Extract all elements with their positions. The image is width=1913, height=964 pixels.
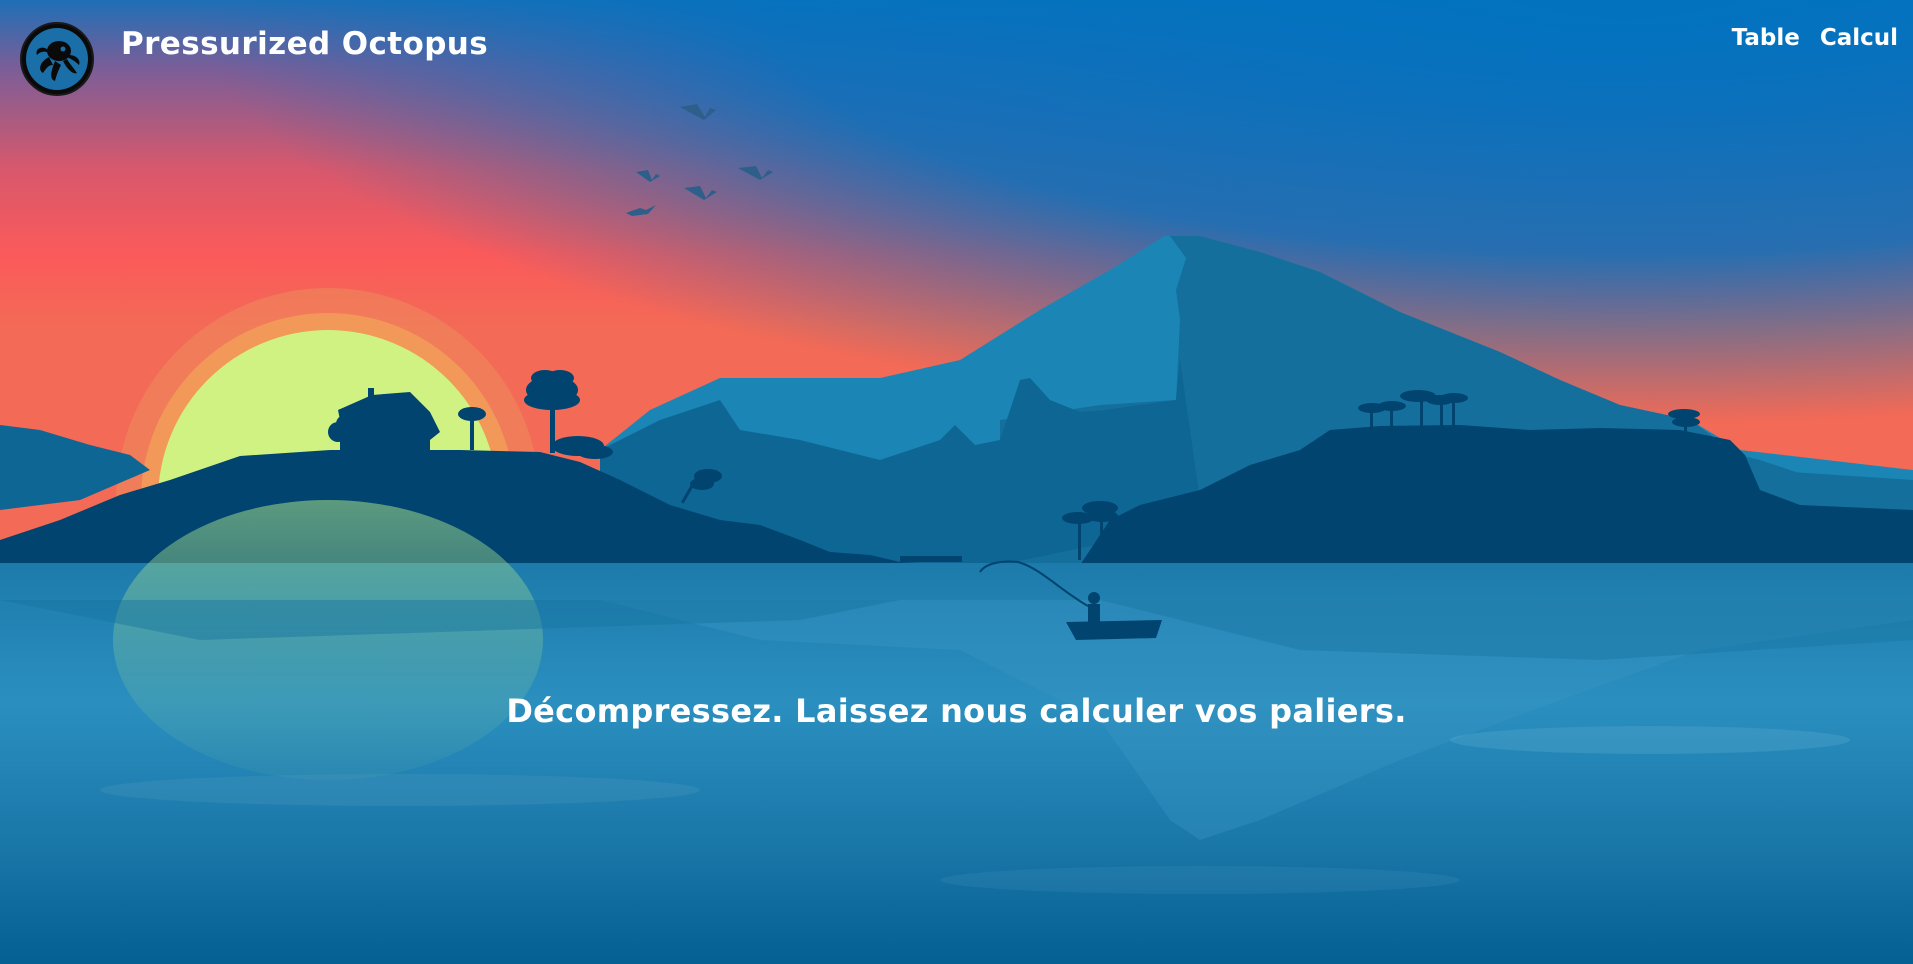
hero-tagline: Décompressez. Laissez nous calculer vos … (506, 692, 1407, 730)
brand-title[interactable]: Pressurized Octopus (121, 26, 488, 62)
nav-link-calcul[interactable]: Calcul (1820, 25, 1898, 51)
octopus-icon[interactable] (19, 21, 95, 97)
nav-link-table[interactable]: Table (1732, 25, 1800, 51)
site-header: Pressurized Octopus Table Calcul (0, 0, 1913, 110)
landscape-background (0, 0, 1913, 964)
main-nav: Table Calcul (1732, 25, 1898, 51)
